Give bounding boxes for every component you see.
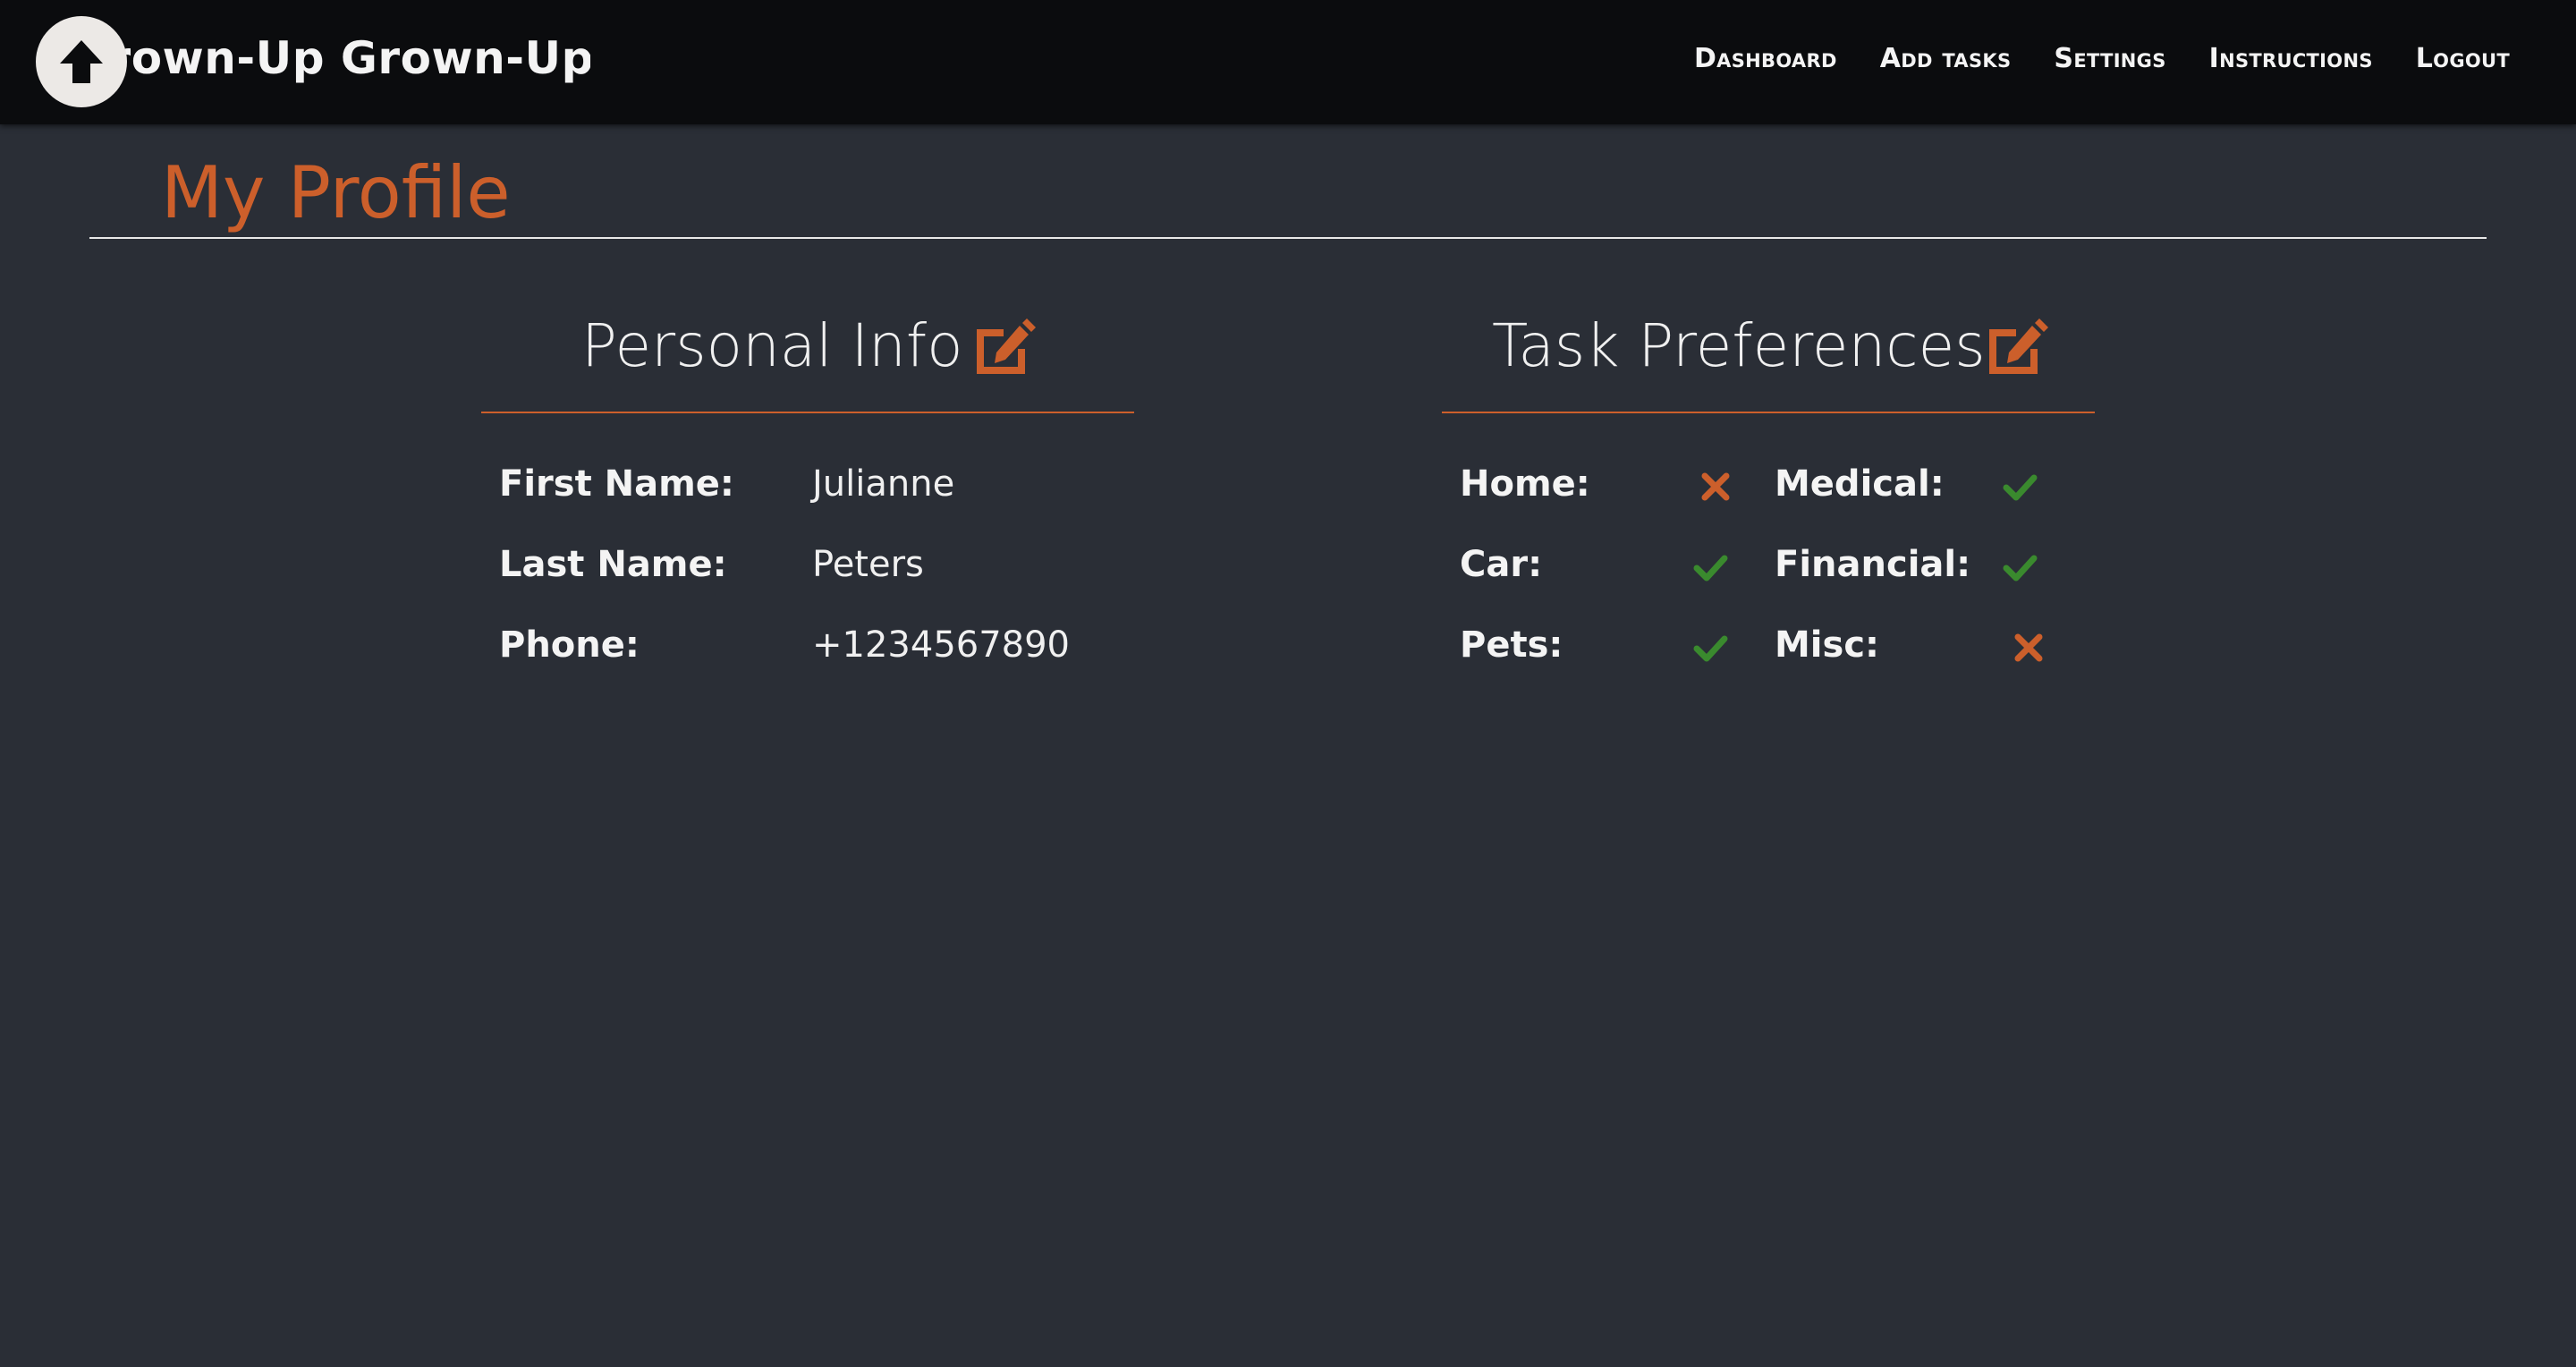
info-row-first-name: First Name: [499,463,734,505]
arrow-up-icon [60,40,103,83]
personal-info-divider [481,412,1134,413]
pref-misc-label: Misc: [1775,624,1880,666]
pref-pets-check-icon [1693,635,1728,662]
personal-info-header: Personal Info [481,304,1134,412]
personal-info-section: Personal Info First Name: Julianne Last … [481,304,1134,666]
personal-info-edit-icon[interactable] [971,317,1036,378]
pref-medical: Medical: [1775,463,1945,505]
nav-dashboard[interactable]: Dashboard [1694,43,1837,74]
logo-arrow-up-icon[interactable] [36,16,127,107]
pref-home-x-icon [1701,472,1730,501]
nav-instructions[interactable]: Instructions [2209,43,2373,74]
task-preferences-heading: Task Preferences [1492,311,1986,380]
task-preferences-header: Task Preferences [1442,304,2095,412]
pref-pets-label: Pets: [1460,624,1563,666]
phone-value: +1234567890 [812,624,1071,666]
pref-medical-check-icon [2003,474,2038,501]
info-row-phone: Phone: [499,624,640,666]
first-name-value: Julianne [812,463,955,505]
first-name-label: First Name: [499,463,734,505]
pref-financial-check-icon [2003,555,2038,582]
pref-financial-label: Financial: [1775,544,1971,585]
title-divider [89,237,2487,239]
pref-car-check-icon [1693,555,1728,582]
first-name-value-row: Julianne [812,463,954,505]
personal-info-heading: Personal Info [581,311,963,380]
pref-misc: Misc: [1775,624,1879,666]
pref-car: Car: [1460,544,1542,585]
pref-financial: Financial: [1775,544,1970,585]
nav-add-tasks[interactable]: Add tasks [1880,43,2012,74]
phone-value-row: +1234567890 [812,624,1070,666]
nav-logout[interactable]: Logout [2416,43,2510,74]
nav-links: Dashboard Add tasks Settings Instruction… [1694,43,2510,74]
pref-pets: Pets: [1460,624,1563,666]
page-title: My Profile [161,151,511,234]
pref-home-label: Home: [1460,463,1590,505]
top-navbar: Grown-Up Grown-Up Dashboard Add tasks Se… [0,0,2576,124]
task-preferences-edit-icon[interactable] [1984,317,2048,378]
pref-medical-label: Medical: [1775,463,1945,505]
phone-label: Phone: [499,624,640,666]
pref-car-label: Car: [1460,544,1543,585]
last-name-value: Peters [812,544,924,585]
nav-settings[interactable]: Settings [2054,43,2165,74]
last-name-value-row: Peters [812,544,924,585]
brand-title: Grown-Up Grown-Up [125,32,590,84]
pref-home: Home: [1460,463,1590,505]
task-preferences-section: Task Preferences Home: Medical: Car: Fin… [1442,304,2095,666]
info-row-last-name: Last Name: [499,544,727,585]
task-preferences-divider [1442,412,2095,413]
pref-misc-x-icon [2014,633,2043,662]
last-name-label: Last Name: [499,544,727,585]
